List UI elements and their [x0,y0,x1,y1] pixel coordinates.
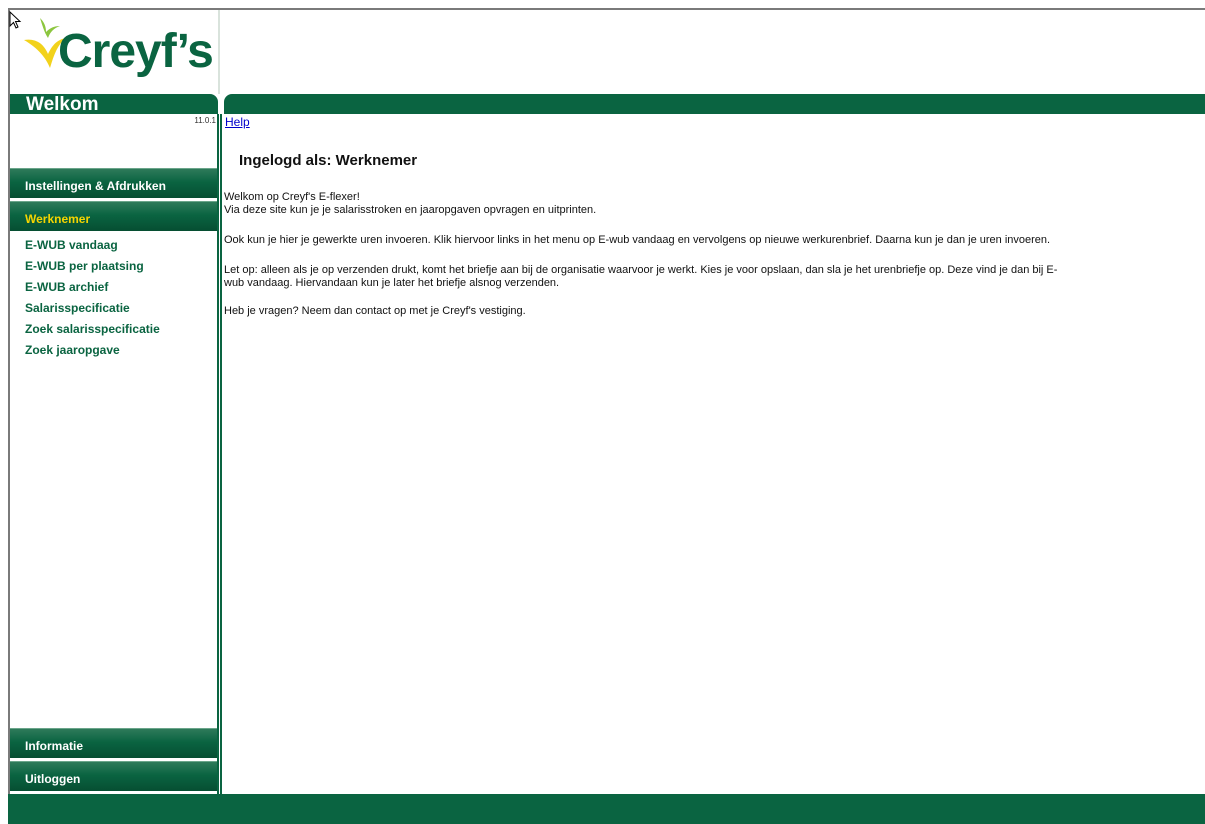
welcome-paragraph-line2: Via deze site kun je je salarisstroken e… [224,204,597,216]
welcome-title: Welkom [26,94,99,115]
brand-logo-text: Creyf’s [58,25,214,78]
send-notice-paragraph-line1: Let op: alleen als je op verzenden drukt… [224,264,1058,276]
menu-logout[interactable]: Uitloggen [10,761,217,791]
logo-divider [218,10,220,94]
menu-item-salary-specification[interactable]: Salarisspecificatie [25,301,130,315]
help-link[interactable]: Help [225,115,250,129]
menu-item-ewub-per-placement[interactable]: E-WUB per plaatsing [25,259,144,273]
contact-paragraph: Heb je vragen? Neem dan contact op met j… [224,305,526,317]
send-notice-paragraph-line2: wub vandaag. Hiervandaan kun je later he… [224,277,560,289]
mouse-pointer-icon [9,11,22,29]
page-title: Ingelogd als: Werknemer [239,152,418,169]
menu-information[interactable]: Informatie [10,728,217,758]
menu-settings-print[interactable]: Instellingen & Afdrukken [10,168,217,198]
menu-item-ewub-today[interactable]: E-WUB vandaag [25,238,118,252]
version-label: 11.0.1 [194,116,216,125]
menu-item-search-salary-specification[interactable]: Zoek salarisspecificatie [25,322,160,336]
content-top-bar [224,94,1205,114]
hours-instructions-paragraph: Ook kun je hier je gewerkte uren invoere… [224,234,1051,246]
menu-item-ewub-archive[interactable]: E-WUB archief [25,280,108,294]
menu-employee[interactable]: Werknemer [10,201,217,231]
footer-bar [8,794,1205,824]
menu-item-search-annual-statement[interactable]: Zoek jaaropgave [25,343,120,357]
sidebar-separator [220,114,222,794]
welcome-paragraph-line1: Welkom op Creyf's E-flexer! [224,191,360,203]
